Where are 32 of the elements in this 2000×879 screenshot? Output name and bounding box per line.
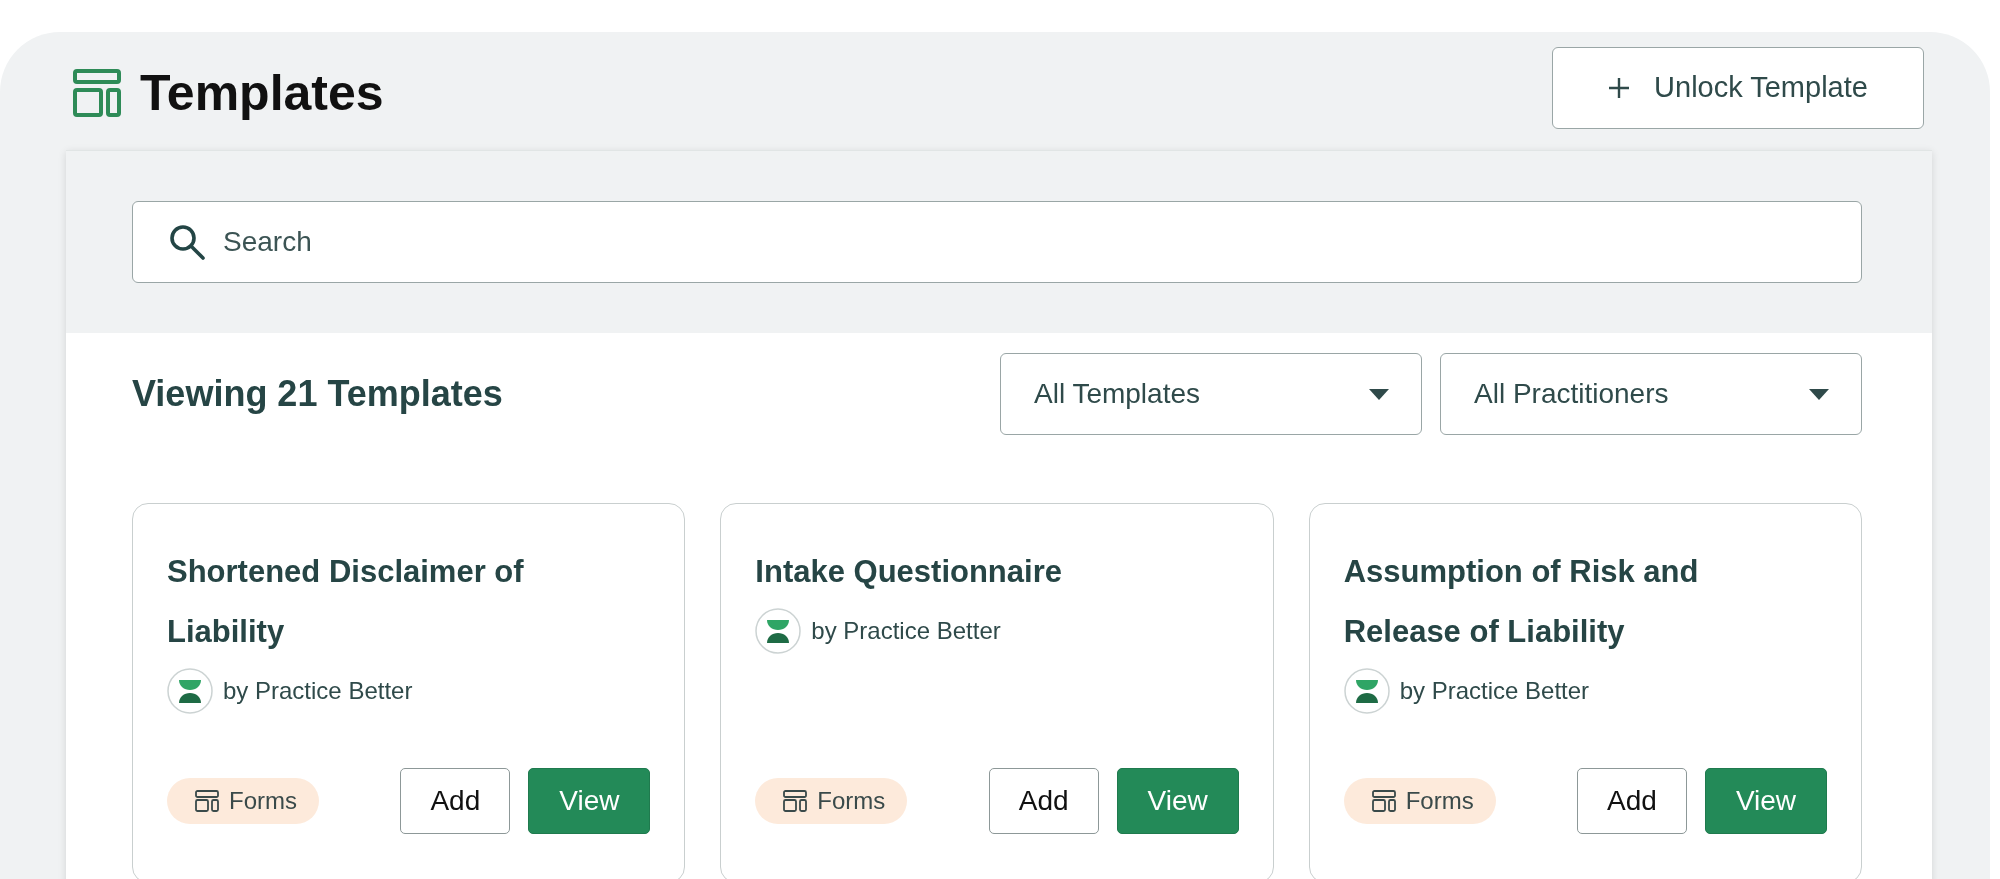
template-title: Shortened Disclaimer of Liability	[167, 553, 525, 651]
author-name: by Practice Better	[223, 677, 413, 705]
template-title: Intake Questionnaire	[755, 553, 1063, 591]
caret-icon	[1809, 388, 1829, 400]
filter-dropdown[interactable]: All Practitioners	[1440, 353, 1862, 435]
caret-icon	[1369, 388, 1389, 400]
avatar-logo-icon	[1343, 668, 1390, 714]
template-icon	[195, 790, 219, 812]
template-title: Assumption of Risk and Release of Liability	[1343, 553, 1700, 651]
avatar-logo-icon	[755, 608, 802, 654]
template-icon	[783, 790, 808, 812]
templates-count: Viewing 21 Templates	[132, 373, 503, 415]
category-tag: Forms	[167, 778, 319, 824]
author-name: by Practice Better	[811, 617, 1001, 645]
avatar-logo-icon	[167, 668, 213, 714]
page-title: Templates	[140, 63, 384, 122]
category-tag: Forms	[755, 778, 908, 824]
view-button[interactable]: View	[1705, 768, 1827, 834]
author-name: by Practice Better	[1399, 677, 1590, 705]
template-icon	[1371, 790, 1396, 812]
template-icon	[72, 67, 122, 118]
view-button[interactable]: View	[528, 768, 651, 834]
search-icon	[168, 223, 206, 261]
view-button[interactable]: View	[1116, 768, 1239, 834]
add-button[interactable]: Add	[400, 768, 511, 834]
filter-dropdown[interactable]: All Templates	[1000, 353, 1422, 435]
search-field[interactable]: Search	[132, 201, 1862, 283]
unlock-template-button[interactable]: Unlock Template	[1552, 46, 1924, 129]
add-button[interactable]: Add	[988, 768, 1099, 834]
add-button[interactable]: Add	[1577, 768, 1687, 834]
plus-icon	[1608, 76, 1631, 99]
category-tag: Forms	[1343, 778, 1496, 824]
